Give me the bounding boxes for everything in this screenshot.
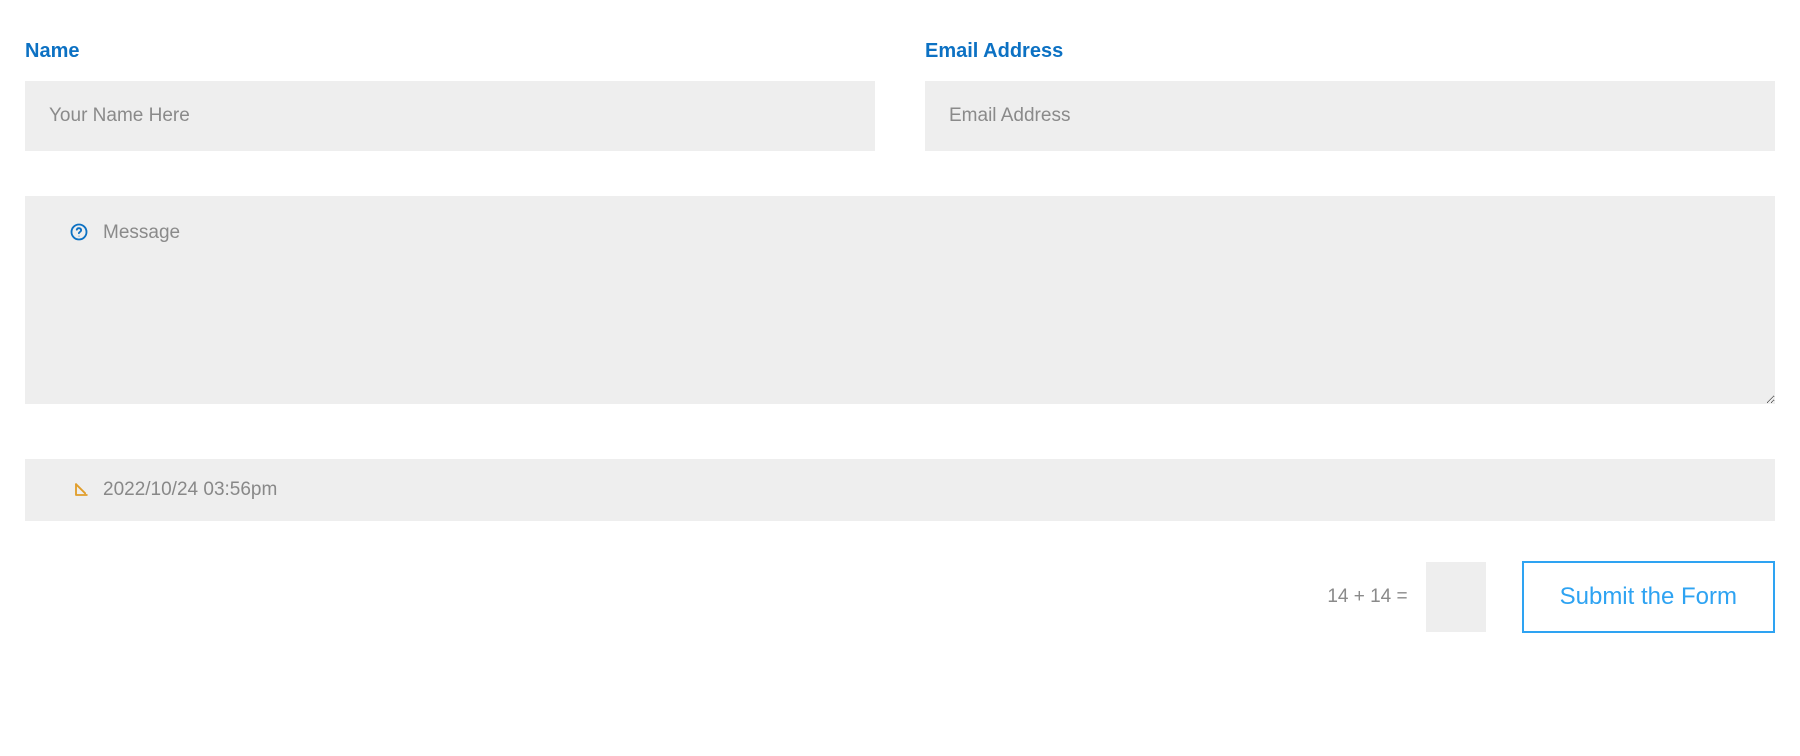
contact-form: Name Email Address 14 + 14 = <box>25 40 1775 633</box>
top-fields-row: Name Email Address <box>25 40 1775 151</box>
email-label: Email Address <box>925 40 1775 63</box>
datetime-wrapper <box>25 459 1775 521</box>
email-column: Email Address <box>925 40 1775 151</box>
name-input[interactable] <box>25 81 875 151</box>
captcha-question: 14 + 14 = <box>1327 586 1407 608</box>
name-label: Name <box>25 40 875 63</box>
submit-button[interactable]: Submit the Form <box>1522 561 1775 633</box>
captcha-input[interactable] <box>1426 562 1486 632</box>
name-column: Name <box>25 40 875 151</box>
email-input[interactable] <box>925 81 1775 151</box>
message-wrapper <box>25 196 1775 409</box>
message-textarea[interactable] <box>25 196 1775 404</box>
submit-row: 14 + 14 = Submit the Form <box>25 561 1775 633</box>
datetime-input[interactable] <box>25 459 1775 521</box>
